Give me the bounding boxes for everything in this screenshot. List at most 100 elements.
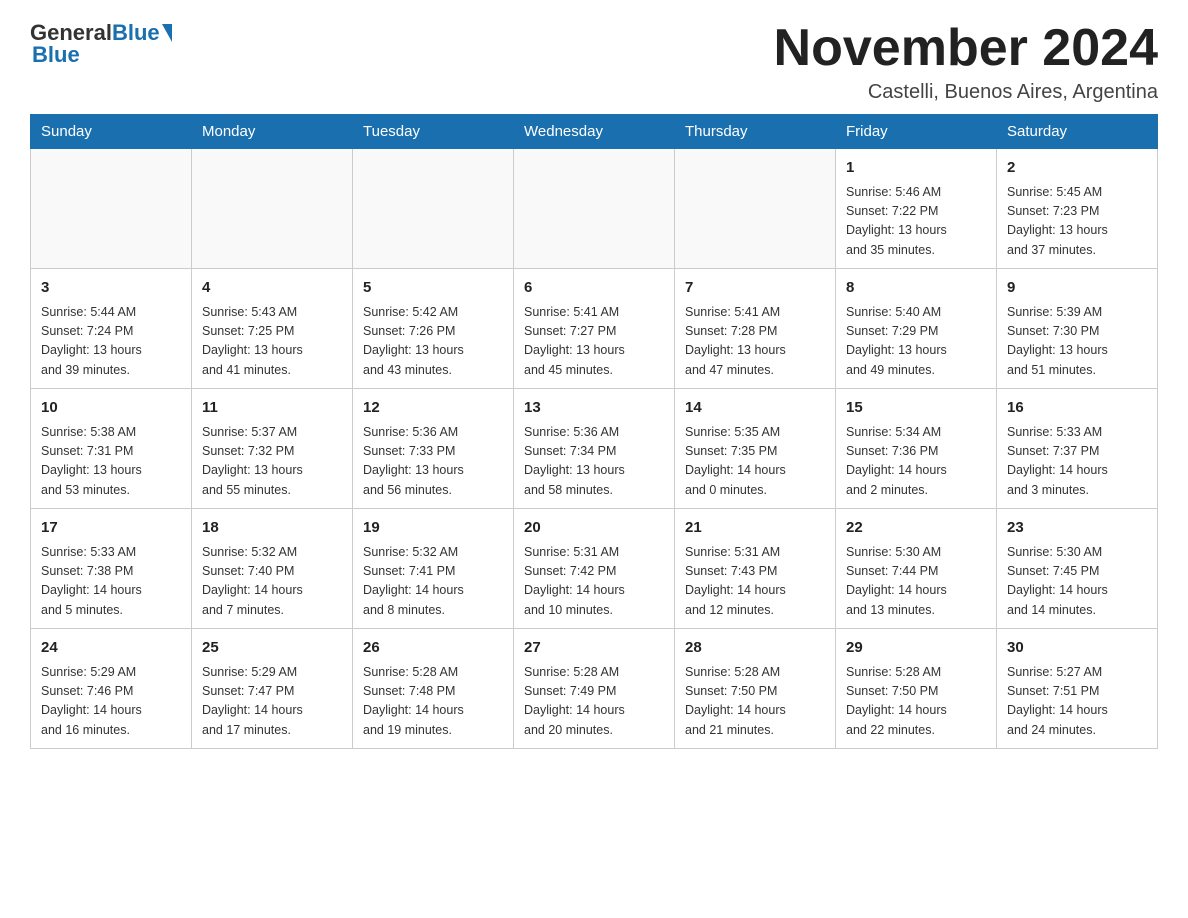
calendar-cell: 9 Sunrise: 5:39 AMSunset: 7:30 PMDaylight… [997,269,1158,389]
calendar-cell: 20Sunrise: 5:31 AMSunset: 7:42 PMDayligh… [514,509,675,629]
day-number: 12 [363,397,503,420]
calendar-body: 1 Sunrise: 5:46 AMSunset: 7:22 PMDaylight… [31,149,1158,749]
day-info: Sunrise: 5:32 AMSunset: 7:41 PMDaylight:… [363,543,503,621]
day-info: Sunrise: 5:38 AMSunset: 7:31 PMDaylight:… [41,423,181,501]
calendar-cell: 26 Sunrise: 5:28 AMSunset: 7:48 PMDayligh… [353,629,514,749]
day-info: Sunrise: 5:30 AMSunset: 7:45 PMDaylight:… [1007,543,1147,621]
day-number: 30 [1007,637,1147,660]
day-number: 22 [846,517,986,540]
calendar-cell: 24 Sunrise: 5:29 AMSunset: 7:46 PMDayligh… [31,629,192,749]
calendar-cell: 11Sunrise: 5:37 AMSunset: 7:32 PMDayligh… [192,389,353,509]
calendar-cell [675,149,836,269]
day-number: 19 [363,517,503,540]
day-info: Sunrise: 5:36 AMSunset: 7:33 PMDaylight:… [363,423,503,501]
calendar-cell: 30 Sunrise: 5:27 AMSunset: 7:51 PMDayligh… [997,629,1158,749]
day-info: Sunrise: 5:36 AMSunset: 7:34 PMDaylight:… [524,423,664,501]
day-info: Sunrise: 5:44 AMSunset: 7:24 PMDaylight:… [41,303,181,381]
day-info: Sunrise: 5:29 AMSunset: 7:47 PMDaylight:… [202,663,342,741]
calendar-cell: 22 Sunrise: 5:30 AMSunset: 7:44 PMDayligh… [836,509,997,629]
day-number: 6 [524,277,664,300]
day-number: 23 [1007,517,1147,540]
weekday-header-monday: Monday [192,115,353,149]
day-info: Sunrise: 5:31 AMSunset: 7:43 PMDaylight:… [685,543,825,621]
day-info: Sunrise: 5:29 AMSunset: 7:46 PMDaylight:… [41,663,181,741]
calendar-week-1: 1 Sunrise: 5:46 AMSunset: 7:22 PMDaylight… [31,149,1158,269]
day-info: Sunrise: 5:27 AMSunset: 7:51 PMDaylight:… [1007,663,1147,741]
logo-triangle-icon [162,24,172,42]
calendar-cell: 29 Sunrise: 5:28 AMSunset: 7:50 PMDayligh… [836,629,997,749]
day-info: Sunrise: 5:39 AMSunset: 7:30 PMDaylight:… [1007,303,1147,381]
day-info: Sunrise: 5:33 AMSunset: 7:38 PMDaylight:… [41,543,181,621]
day-number: 21 [685,517,825,540]
calendar-cell: 21 Sunrise: 5:31 AMSunset: 7:43 PMDayligh… [675,509,836,629]
calendar-week-2: 3 Sunrise: 5:44 AMSunset: 7:24 PMDaylight… [31,269,1158,389]
day-info: Sunrise: 5:40 AMSunset: 7:29 PMDaylight:… [846,303,986,381]
day-number: 15 [846,397,986,420]
calendar-cell: 3 Sunrise: 5:44 AMSunset: 7:24 PMDaylight… [31,269,192,389]
day-number: 25 [202,637,342,660]
day-number: 24 [41,637,181,660]
day-info: Sunrise: 5:46 AMSunset: 7:22 PMDaylight:… [846,183,986,261]
weekday-header-wednesday: Wednesday [514,115,675,149]
calendar-cell: 15 Sunrise: 5:34 AMSunset: 7:36 PMDayligh… [836,389,997,509]
logo: GeneralBlue Blue [30,20,172,68]
day-number: 18 [202,517,342,540]
day-info: Sunrise: 5:28 AMSunset: 7:50 PMDaylight:… [846,663,986,741]
day-number: 10 [41,397,181,420]
day-info: Sunrise: 5:30 AMSunset: 7:44 PMDaylight:… [846,543,986,621]
day-info: Sunrise: 5:32 AMSunset: 7:40 PMDaylight:… [202,543,342,621]
day-number: 29 [846,637,986,660]
day-info: Sunrise: 5:35 AMSunset: 7:35 PMDaylight:… [685,423,825,501]
weekday-header-tuesday: Tuesday [353,115,514,149]
day-info: Sunrise: 5:34 AMSunset: 7:36 PMDaylight:… [846,423,986,501]
day-number: 11 [202,397,342,420]
calendar-cell: 16 Sunrise: 5:33 AMSunset: 7:37 PMDayligh… [997,389,1158,509]
calendar-cell: 2Sunrise: 5:45 AMSunset: 7:23 PMDaylight… [997,149,1158,269]
day-info: Sunrise: 5:28 AMSunset: 7:50 PMDaylight:… [685,663,825,741]
day-number: 1 [846,157,986,180]
logo-blue-text: Blue [112,20,160,46]
weekday-header-row: SundayMondayTuesdayWednesdayThursdayFrid… [31,115,1158,149]
day-number: 8 [846,277,986,300]
calendar-cell: 6Sunrise: 5:41 AMSunset: 7:27 PMDaylight… [514,269,675,389]
day-number: 17 [41,517,181,540]
calendar-week-3: 10 Sunrise: 5:38 AMSunset: 7:31 PMDayligh… [31,389,1158,509]
logo-blue-line: Blue [32,42,80,68]
weekday-header-sunday: Sunday [31,115,192,149]
calendar-header: SundayMondayTuesdayWednesdayThursdayFrid… [31,115,1158,149]
day-info: Sunrise: 5:33 AMSunset: 7:37 PMDaylight:… [1007,423,1147,501]
day-number: 16 [1007,397,1147,420]
day-info: Sunrise: 5:42 AMSunset: 7:26 PMDaylight:… [363,303,503,381]
day-number: 13 [524,397,664,420]
calendar-cell: 13 Sunrise: 5:36 AMSunset: 7:34 PMDayligh… [514,389,675,509]
calendar-cell: 8 Sunrise: 5:40 AMSunset: 7:29 PMDaylight… [836,269,997,389]
day-number: 27 [524,637,664,660]
day-number: 26 [363,637,503,660]
day-number: 20 [524,517,664,540]
day-number: 2 [1007,157,1147,180]
calendar-cell: 12 Sunrise: 5:36 AMSunset: 7:33 PMDayligh… [353,389,514,509]
calendar-cell: 28 Sunrise: 5:28 AMSunset: 7:50 PMDayligh… [675,629,836,749]
day-number: 28 [685,637,825,660]
day-number: 3 [41,277,181,300]
day-info: Sunrise: 5:28 AMSunset: 7:48 PMDaylight:… [363,663,503,741]
day-info: Sunrise: 5:43 AMSunset: 7:25 PMDaylight:… [202,303,342,381]
calendar-cell: 14Sunrise: 5:35 AMSunset: 7:35 PMDayligh… [675,389,836,509]
day-info: Sunrise: 5:41 AMSunset: 7:28 PMDaylight:… [685,303,825,381]
day-number: 9 [1007,277,1147,300]
weekday-header-thursday: Thursday [675,115,836,149]
calendar-cell: 1 Sunrise: 5:46 AMSunset: 7:22 PMDaylight… [836,149,997,269]
day-number: 5 [363,277,503,300]
title-area: November 2024 Castelli, Buenos Aires, Ar… [774,20,1158,104]
calendar-cell: 27 Sunrise: 5:28 AMSunset: 7:49 PMDayligh… [514,629,675,749]
calendar-cell: 7Sunrise: 5:41 AMSunset: 7:28 PMDaylight… [675,269,836,389]
location-subtitle: Castelli, Buenos Aires, Argentina [774,81,1158,104]
day-info: Sunrise: 5:28 AMSunset: 7:49 PMDaylight:… [524,663,664,741]
page-header: GeneralBlue Blue November 2024 Castelli,… [30,20,1158,104]
calendar-cell: 18 Sunrise: 5:32 AMSunset: 7:40 PMDayligh… [192,509,353,629]
calendar-cell: 4Sunrise: 5:43 AMSunset: 7:25 PMDaylight… [192,269,353,389]
calendar-week-5: 24 Sunrise: 5:29 AMSunset: 7:46 PMDayligh… [31,629,1158,749]
calendar-cell [31,149,192,269]
month-title: November 2024 [774,20,1158,77]
calendar-cell: 5 Sunrise: 5:42 AMSunset: 7:26 PMDaylight… [353,269,514,389]
